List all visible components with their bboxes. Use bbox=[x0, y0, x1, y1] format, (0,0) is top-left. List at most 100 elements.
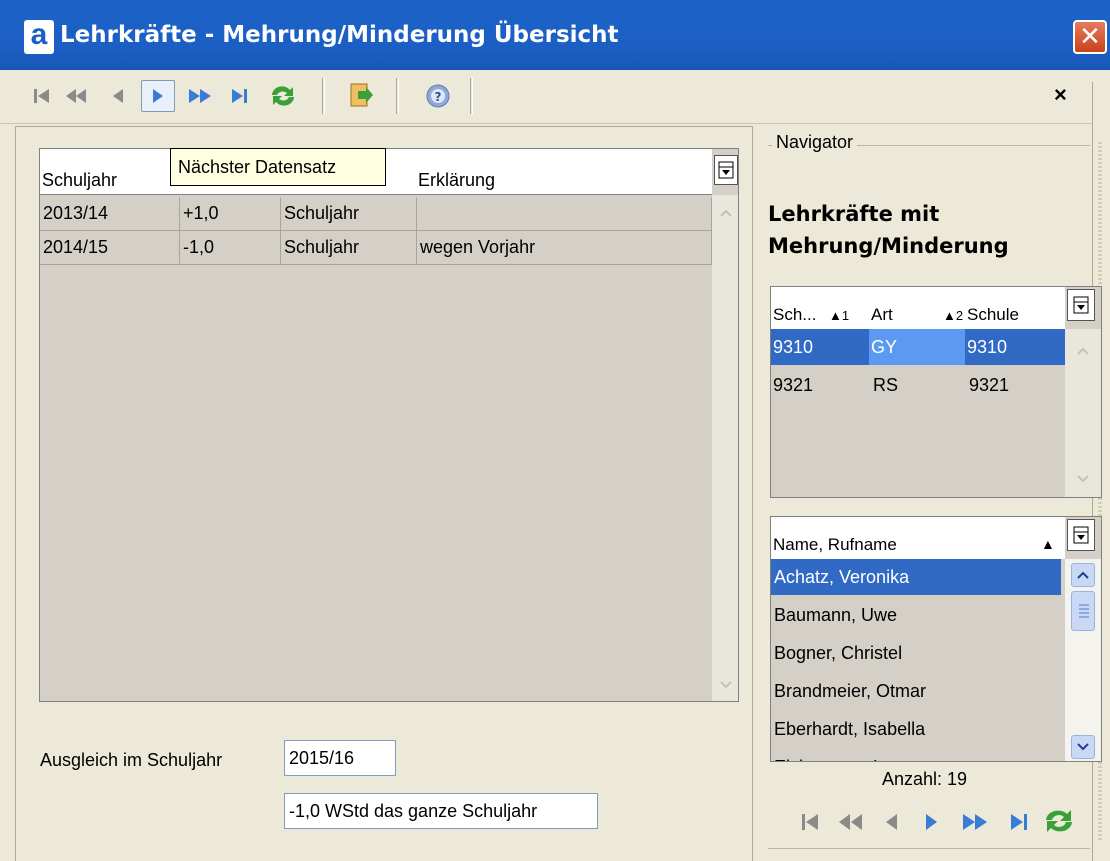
svg-text:?: ? bbox=[435, 90, 442, 104]
scroll-thumb[interactable] bbox=[1071, 591, 1095, 631]
column-header-erklaerung[interactable]: Erklärung bbox=[418, 170, 495, 191]
column-chooser-button[interactable] bbox=[1067, 519, 1095, 551]
column-header-schuljahr[interactable]: Schuljahr bbox=[42, 170, 117, 191]
export-button[interactable] bbox=[345, 80, 377, 112]
column-chooser-icon bbox=[1073, 296, 1089, 314]
list-item[interactable]: Eberhardt, Isabella bbox=[771, 711, 1061, 747]
nav-next-button[interactable] bbox=[922, 810, 942, 834]
grip-icon bbox=[1079, 604, 1089, 618]
sort-indicator: ▲1 bbox=[829, 308, 850, 323]
names-scrollbar[interactable] bbox=[1065, 559, 1101, 761]
list-item[interactable]: Brandmeier, Otmar bbox=[771, 673, 1061, 709]
last-icon bbox=[232, 89, 247, 103]
column-header-name[interactable]: Name, Rufname bbox=[773, 535, 897, 555]
cell-schule: 9310 bbox=[965, 329, 1065, 365]
close-pane-button[interactable]: × bbox=[1054, 82, 1067, 108]
tooltip-next-record: Nächster Datensatz bbox=[170, 148, 386, 186]
window-title: Lehrkräfte - Mehrung/Minderung Übersicht bbox=[60, 22, 619, 48]
prev-page-icon bbox=[66, 89, 86, 103]
table-row[interactable]: 2013/14 +1,0 Schuljahr bbox=[40, 197, 712, 231]
nav-first-button[interactable] bbox=[800, 810, 822, 834]
prev-icon bbox=[113, 89, 123, 103]
ausgleich-label: Ausgleich im Schuljahr bbox=[40, 750, 223, 770]
column-chooser-button[interactable] bbox=[714, 155, 738, 185]
nav-prev-button[interactable] bbox=[882, 810, 902, 834]
summary-field[interactable]: -1,0 WStd das ganze Schuljahr bbox=[284, 793, 598, 829]
cell-wert: +1,0 bbox=[180, 197, 281, 230]
toolbar-separator bbox=[470, 78, 473, 114]
refresh-icon bbox=[1046, 810, 1072, 832]
list-item[interactable]: Bogner, Christel bbox=[771, 635, 1061, 671]
table-row[interactable]: 9321 RS 9321 bbox=[771, 367, 1065, 403]
navigator-border bbox=[768, 848, 1090, 849]
navigator-legend: Navigator bbox=[772, 132, 858, 153]
list-item[interactable]: Eichenseer, Lars bbox=[771, 749, 1061, 761]
scroll-up-icon[interactable] bbox=[1073, 341, 1093, 361]
last-icon bbox=[1011, 814, 1027, 830]
column-chooser-button[interactable] bbox=[1067, 289, 1095, 321]
schools-scrollbar[interactable] bbox=[1065, 329, 1101, 497]
next-icon bbox=[926, 814, 937, 830]
list-item[interactable]: Baumann, Uwe bbox=[771, 597, 1061, 633]
cell-wert: -1,0 bbox=[180, 231, 281, 264]
next-record-button[interactable] bbox=[141, 80, 175, 112]
scroll-down-icon[interactable] bbox=[1071, 735, 1095, 759]
record-count: Anzahl: 19 bbox=[882, 769, 968, 789]
scroll-down-icon[interactable] bbox=[1073, 469, 1093, 489]
cell-erklaerung: wegen Vorjahr bbox=[417, 231, 712, 264]
table-row-selected[interactable]: 9310 GY 9310 bbox=[771, 329, 1065, 365]
cell-sch: 9310 bbox=[771, 329, 869, 365]
scroll-up-icon[interactable] bbox=[716, 203, 736, 223]
refresh-icon bbox=[272, 86, 294, 106]
table-row[interactable]: 2014/15 -1,0 Schuljahr wegen Vorjahr bbox=[40, 231, 712, 265]
column-chooser-icon bbox=[1073, 526, 1089, 544]
next-page-button[interactable] bbox=[183, 80, 219, 112]
nav-prev-page-button[interactable] bbox=[836, 810, 866, 834]
list-item-selected[interactable]: Achatz, Veronika bbox=[771, 559, 1061, 595]
navigator-title: Lehrkräfte mit Mehrung/Minderung bbox=[768, 202, 1009, 258]
prev-icon bbox=[886, 814, 897, 830]
cell-zeitraum: Schuljahr bbox=[281, 197, 417, 230]
column-header-art[interactable]: Art bbox=[871, 305, 893, 325]
window-close-button[interactable]: ✕ bbox=[1073, 20, 1107, 54]
cell-sch: 9321 bbox=[773, 375, 814, 395]
refresh-button[interactable] bbox=[265, 80, 301, 112]
previous-page-button[interactable] bbox=[62, 80, 90, 112]
toolbar: ? × bbox=[0, 70, 1110, 124]
scroll-up-icon[interactable] bbox=[1071, 563, 1095, 587]
export-icon bbox=[350, 83, 373, 107]
nav-next-page-button[interactable] bbox=[960, 810, 992, 834]
ausgleich-field[interactable]: 2015/16 bbox=[284, 740, 396, 776]
next-page-icon bbox=[189, 89, 211, 103]
cell-schule: 9321 bbox=[969, 375, 1010, 395]
prev-page-icon bbox=[839, 814, 862, 830]
nav-last-button[interactable] bbox=[1008, 810, 1030, 834]
next-icon bbox=[153, 89, 163, 103]
names-grid-header: Name, Rufname ▲ bbox=[771, 517, 1065, 559]
sort-indicator: ▲2 bbox=[943, 308, 964, 323]
toolbar-separator bbox=[322, 78, 325, 114]
grid-scrollbar[interactable] bbox=[712, 195, 738, 701]
app-logo: a bbox=[24, 20, 54, 54]
mehrung-grid: Schuljahr Erklärung 2013/14 +1,0 Schulja… bbox=[39, 148, 739, 702]
help-button[interactable]: ? bbox=[422, 80, 454, 112]
cell-art: GY bbox=[869, 329, 965, 365]
cell-schuljahr: 2014/15 bbox=[40, 231, 180, 264]
column-header-sch[interactable]: Sch... bbox=[773, 305, 816, 325]
names-grid: Name, Rufname ▲ Achatz, Veronika Baumann… bbox=[770, 516, 1102, 762]
previous-record-button[interactable] bbox=[104, 80, 132, 112]
first-icon bbox=[34, 89, 49, 103]
cell-zeitraum: Schuljahr bbox=[281, 231, 417, 264]
schools-grid: Sch... ▲1 Art ▲2 Schule 9310 GY 9310 932… bbox=[770, 286, 1102, 498]
first-record-button[interactable] bbox=[28, 80, 56, 112]
scroll-down-icon[interactable] bbox=[716, 675, 736, 695]
column-header-schule[interactable]: Schule bbox=[967, 305, 1019, 325]
sort-indicator: ▲ bbox=[1041, 536, 1055, 552]
schools-grid-header: Sch... ▲1 Art ▲2 Schule bbox=[771, 287, 1065, 329]
last-record-button[interactable] bbox=[226, 80, 254, 112]
cell-schuljahr: 2013/14 bbox=[40, 197, 180, 230]
cell-art: RS bbox=[873, 375, 899, 395]
help-icon: ? bbox=[426, 84, 450, 108]
first-icon bbox=[802, 814, 818, 830]
nav-refresh-button[interactable] bbox=[1042, 806, 1076, 836]
